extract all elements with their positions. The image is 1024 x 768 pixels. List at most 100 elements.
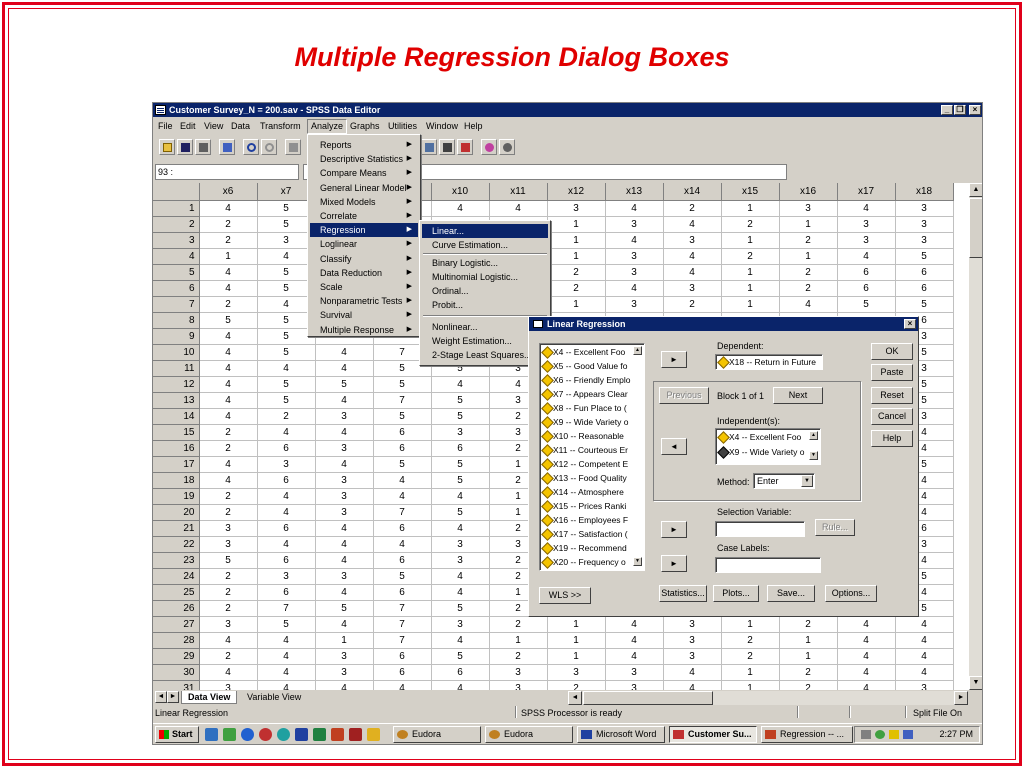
dialog-recall-icon[interactable]: [219, 139, 235, 155]
data-cell[interactable]: 6: [431, 664, 490, 681]
data-cell[interactable]: 4: [315, 552, 374, 569]
statistics-button[interactable]: Statistics...: [659, 585, 707, 602]
data-cell[interactable]: 4: [663, 264, 722, 281]
data-cell[interactable]: 3: [257, 568, 316, 585]
variable-list[interactable]: X4 -- Excellent Foo X5 -- Good Value fo X6…: [539, 343, 645, 571]
row-number[interactable]: 10: [153, 344, 200, 361]
analyze-menu-item[interactable]: Loglinear ▶: [310, 237, 418, 251]
data-cell[interactable]: 4: [605, 280, 664, 297]
data-cell[interactable]: 4: [257, 424, 316, 441]
data-cell[interactable]: 5: [199, 552, 258, 569]
data-cell[interactable]: 1: [547, 632, 606, 649]
data-cell[interactable]: 1: [547, 248, 606, 265]
data-cell[interactable]: 4: [605, 232, 664, 249]
next-button[interactable]: Next: [773, 387, 823, 404]
variable-item[interactable]: X7 -- Appears Clear: [542, 388, 628, 400]
indep-scroll-down-icon[interactable]: ▼: [809, 451, 818, 460]
data-cell[interactable]: 2: [199, 488, 258, 505]
data-cell[interactable]: 4: [431, 520, 490, 537]
data-cell[interactable]: 7: [373, 600, 432, 617]
analyze-menu-item[interactable]: Regression ▶: [310, 223, 418, 238]
data-cell[interactable]: 2: [779, 680, 838, 690]
scroll-thumb[interactable]: [969, 198, 982, 258]
data-cell[interactable]: 4: [315, 680, 374, 690]
data-cell[interactable]: 1: [547, 216, 606, 233]
reset-button[interactable]: Reset: [871, 387, 913, 404]
row-number[interactable]: 15: [153, 424, 200, 441]
dependent-variable[interactable]: X18 -- Return in Future: [718, 356, 816, 368]
data-cell[interactable]: 6: [373, 584, 432, 601]
row-number[interactable]: 24: [153, 568, 200, 585]
column-header[interactable]: x14: [663, 183, 722, 201]
data-cell[interactable]: 3: [489, 680, 548, 690]
corner-header[interactable]: [153, 183, 200, 201]
clock[interactable]: 2:27 PM: [939, 729, 973, 739]
data-cell[interactable]: 5: [837, 296, 896, 313]
close-button[interactable]: ×: [969, 105, 981, 115]
quicklaunch-icon-2[interactable]: [223, 728, 236, 741]
column-header[interactable]: x18: [895, 183, 954, 201]
data-cell[interactable]: 2: [489, 616, 548, 633]
variable-item[interactable]: X13 -- Food Quality: [542, 472, 627, 484]
data-cell[interactable]: 2: [199, 568, 258, 585]
row-number[interactable]: 12: [153, 376, 200, 393]
data-cell[interactable]: 3: [431, 616, 490, 633]
data-cell[interactable]: 4: [663, 216, 722, 233]
data-cell[interactable]: 5: [373, 376, 432, 393]
print-icon[interactable]: [195, 139, 211, 155]
data-cell[interactable]: 3: [315, 568, 374, 585]
select-cases-icon[interactable]: [457, 139, 473, 155]
data-cell[interactable]: 4: [315, 536, 374, 553]
method-select[interactable]: Enter ▼: [753, 473, 815, 489]
menu-edit[interactable]: Edit: [177, 118, 199, 134]
row-number[interactable]: 3: [153, 232, 200, 249]
vertical-scrollbar[interactable]: ▲ ▼: [969, 183, 982, 690]
task-eudora-1[interactable]: Eudora: [393, 726, 481, 743]
wls-button[interactable]: WLS >>: [539, 587, 591, 604]
menu-data[interactable]: Data: [228, 118, 253, 134]
data-cell[interactable]: 4: [431, 488, 490, 505]
data-cell[interactable]: 1: [721, 232, 780, 249]
menu-analyze[interactable]: Analyze: [307, 119, 348, 134]
data-cell[interactable]: 4: [431, 680, 490, 690]
data-cell[interactable]: 2: [547, 264, 606, 281]
data-cell[interactable]: 3: [431, 424, 490, 441]
analyze-menu-item[interactable]: Descriptive Statistics ▶: [310, 152, 418, 166]
maximize-button[interactable]: ❐: [954, 105, 966, 115]
row-number[interactable]: 21: [153, 520, 200, 537]
data-cell[interactable]: 4: [199, 408, 258, 425]
minimize-button[interactable]: _: [941, 105, 953, 115]
data-cell[interactable]: 1: [721, 280, 780, 297]
data-cell[interactable]: 4: [257, 504, 316, 521]
data-cell[interactable]: 4: [605, 648, 664, 665]
data-cell[interactable]: 2: [721, 248, 780, 265]
data-cell[interactable]: 1: [721, 616, 780, 633]
row-number[interactable]: 7: [153, 296, 200, 313]
data-cell[interactable]: 2: [257, 408, 316, 425]
row-number[interactable]: 23: [153, 552, 200, 569]
analyze-menu-item[interactable]: Reports ▶: [310, 138, 418, 152]
data-cell[interactable]: 3: [199, 616, 258, 633]
data-cell[interactable]: 3: [199, 520, 258, 537]
scroll-right-icon[interactable]: ►: [954, 691, 968, 705]
data-cell[interactable]: 1: [547, 648, 606, 665]
rule-button[interactable]: Rule...: [815, 519, 855, 536]
data-cell[interactable]: 2: [199, 584, 258, 601]
data-cell[interactable]: 3: [431, 552, 490, 569]
regression-menu-item[interactable]: Ordinal...: [422, 284, 548, 298]
data-cell[interactable]: 5: [431, 504, 490, 521]
horizontal-scroll-thumb[interactable]: [583, 691, 713, 705]
volume-icon[interactable]: [861, 730, 871, 739]
data-cell[interactable]: 4: [257, 680, 316, 690]
data-cell[interactable]: 3: [605, 664, 664, 681]
analyze-menu-item[interactable]: Data Reduction ▶: [310, 266, 418, 280]
data-cell[interactable]: 4: [489, 200, 548, 217]
row-number[interactable]: 6: [153, 280, 200, 297]
variable-item[interactable]: X16 -- Employees F: [542, 514, 628, 526]
tab-data-view[interactable]: Data View: [181, 691, 238, 704]
data-cell[interactable]: 1: [721, 296, 780, 313]
variable-item[interactable]: X20 -- Frequency o: [542, 556, 626, 568]
data-cell[interactable]: 3: [315, 472, 374, 489]
data-cell[interactable]: 4: [199, 632, 258, 649]
data-cell[interactable]: 4: [837, 648, 896, 665]
